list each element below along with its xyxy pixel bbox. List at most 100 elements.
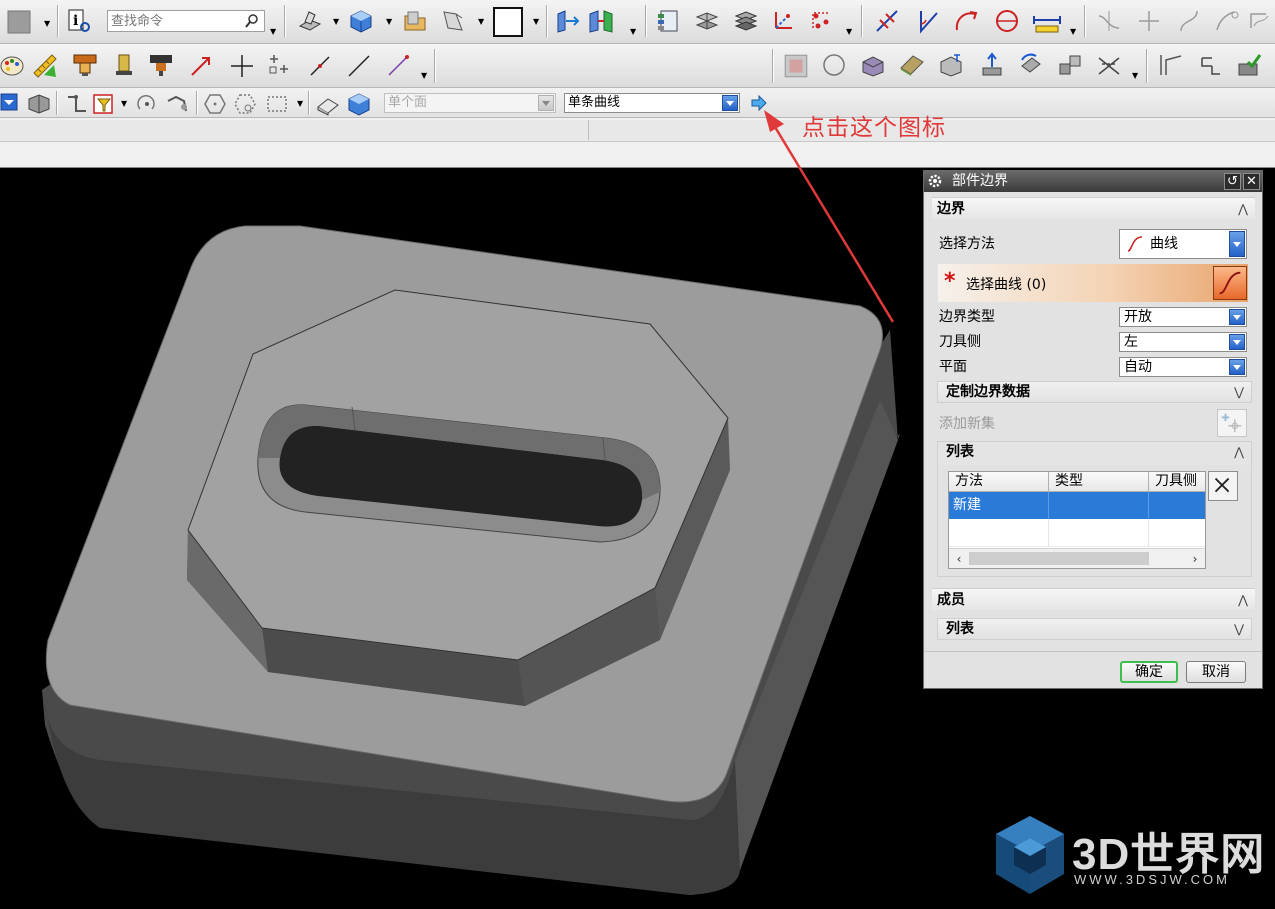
dialog-titlebar[interactable]: 部件边界 ↺ ✕ xyxy=(924,171,1262,192)
chevron-down-icon[interactable]: ▼ xyxy=(121,100,129,108)
plane-dropdown[interactable]: 自动 xyxy=(1119,357,1247,377)
trim-body-icon[interactable] xyxy=(1096,52,1122,78)
horizontal-scrollbar[interactable]: ‹ › xyxy=(949,548,1205,568)
snap-pipe-icon[interactable] xyxy=(64,91,90,117)
color-swatch-icon[interactable] xyxy=(6,9,32,35)
info-icon[interactable]: i xyxy=(66,8,92,34)
rotate-face-icon[interactable] xyxy=(1018,52,1044,78)
arc-icon[interactable] xyxy=(954,8,980,34)
layer-plane-icon[interactable] xyxy=(694,8,720,34)
open-folder-icon[interactable] xyxy=(402,8,428,34)
chevron-down-icon[interactable]: ▼ xyxy=(421,72,429,80)
stacked-layers-icon[interactable] xyxy=(733,8,759,34)
delete-set-button[interactable] xyxy=(1208,471,1238,501)
machine-tool-icon[interactable] xyxy=(72,52,98,78)
close-icon[interactable]: ✕ xyxy=(1243,173,1260,190)
command-search-input[interactable] xyxy=(108,11,238,31)
eraser-icon[interactable] xyxy=(315,91,341,117)
blue-cube-icon[interactable] xyxy=(346,91,372,117)
reset-icon[interactable]: ↺ xyxy=(1224,173,1241,190)
tool-holder-icon[interactable] xyxy=(148,52,174,78)
gear-icon[interactable] xyxy=(927,173,943,189)
chevron-down-icon[interactable]: ▼ xyxy=(44,20,52,28)
ok-button[interactable]: 确定 xyxy=(1120,661,1178,683)
chevron-up-icon[interactable]: ⋀ xyxy=(1237,198,1249,220)
circle-icon[interactable] xyxy=(994,8,1020,34)
chevron-down-icon[interactable] xyxy=(722,95,738,111)
two-blocks-icon[interactable] xyxy=(1057,52,1083,78)
red-vector-icon[interactable] xyxy=(188,53,214,79)
part-navigator-icon[interactable] xyxy=(655,8,681,34)
method-dropdown[interactable]: 曲线 xyxy=(1119,229,1247,259)
gouge-check-icon[interactable] xyxy=(860,52,886,78)
hexagon-dashed-icon[interactable] xyxy=(232,91,258,117)
chevron-down-icon[interactable]: ▼ xyxy=(297,100,305,108)
type-filter-dropdown-icon[interactable] xyxy=(0,92,18,112)
select-curve-button[interactable] xyxy=(1213,266,1247,300)
check-model-icon[interactable] xyxy=(1236,52,1262,78)
search-icon[interactable] xyxy=(244,13,260,29)
boundary-section-header[interactable]: 边界 ⋀ xyxy=(932,197,1255,219)
members-section-header[interactable]: 成员 ⋀ xyxy=(932,588,1255,610)
dimension-ruler-icon[interactable] xyxy=(1032,10,1062,36)
tool-side-dropdown[interactable]: 左 xyxy=(1119,332,1247,352)
select-curve-row[interactable]: * 选择曲线 (0) xyxy=(938,264,1248,302)
rectangle-select-icon[interactable] xyxy=(264,91,290,117)
color-ruler-icon[interactable] xyxy=(32,53,58,79)
boundary-set-table[interactable]: 方法 类型 刀具侧 新建 ‹ › xyxy=(948,471,1206,569)
scroll-right-icon[interactable]: › xyxy=(1187,551,1203,567)
chevron-up-icon[interactable]: ⋀ xyxy=(1237,589,1249,611)
chevron-down-icon[interactable] xyxy=(1229,359,1245,375)
members-list-header[interactable]: 列表 ⋁ xyxy=(937,618,1252,640)
move-snap-icon[interactable] xyxy=(134,91,160,117)
colored-line-icon[interactable] xyxy=(385,53,411,79)
table-row-cell-method[interactable]: 新建 xyxy=(949,492,1049,519)
block-dimension-icon[interactable] xyxy=(938,52,964,78)
chevron-down-icon[interactable]: ▼ xyxy=(846,28,854,36)
table-row-cell-type[interactable] xyxy=(1049,492,1149,519)
chevron-down-icon[interactable]: ▼ xyxy=(270,28,278,36)
column-header-tool-side[interactable]: 刀具侧 xyxy=(1149,472,1205,492)
move-face-icon[interactable] xyxy=(555,8,581,34)
column-header-type[interactable]: 类型 xyxy=(1049,472,1149,492)
line-two-point-icon[interactable] xyxy=(346,53,372,79)
csys-icon[interactable] xyxy=(770,8,796,34)
chevron-down-icon[interactable] xyxy=(1229,309,1245,325)
mirror-body-icon[interactable] xyxy=(588,8,614,34)
point-set-icon[interactable] xyxy=(808,8,834,34)
chevron-down-icon[interactable] xyxy=(1229,231,1245,257)
plus-point-icon[interactable] xyxy=(229,53,255,79)
filter-reset-icon[interactable] xyxy=(26,91,52,117)
surface-shade-icon[interactable] xyxy=(899,52,925,78)
chevron-down-icon[interactable]: ▼ xyxy=(1132,72,1140,80)
block-icon[interactable] xyxy=(348,8,374,34)
draft-icon[interactable] xyxy=(1158,52,1184,78)
table-row-cell-tool-side[interactable] xyxy=(1149,492,1205,519)
line-through-points-icon[interactable] xyxy=(874,8,900,34)
scrollbar-thumb[interactable] xyxy=(969,552,1149,565)
section-curve-icon[interactable] xyxy=(1198,52,1224,78)
chevron-down-icon[interactable]: ▼ xyxy=(533,18,541,26)
curve-rule-dropdown[interactable]: 单条曲线 xyxy=(564,93,740,113)
boundary-type-dropdown[interactable]: 开放 xyxy=(1119,307,1247,327)
white-square-icon[interactable] xyxy=(492,6,524,38)
rotate-snap-icon[interactable] xyxy=(164,91,190,117)
point-grid-icon[interactable] xyxy=(266,53,292,79)
chevron-down-icon[interactable]: ▼ xyxy=(630,28,638,36)
cancel-button[interactable]: 取消 xyxy=(1186,661,1246,683)
palette-icon[interactable] xyxy=(0,53,26,79)
column-header-method[interactable]: 方法 xyxy=(949,472,1049,492)
chevron-up-icon[interactable]: ⋀ xyxy=(1233,442,1245,462)
angle-line-icon[interactable] xyxy=(916,8,942,34)
chevron-down-icon[interactable]: ▼ xyxy=(1070,28,1078,36)
chevron-down-icon[interactable]: ▼ xyxy=(333,18,341,26)
selection-filter-icon[interactable] xyxy=(92,91,118,117)
chevron-down-icon[interactable]: ▼ xyxy=(386,18,394,26)
custom-boundary-data-header[interactable]: 定制边界数据 ⋁ xyxy=(937,381,1252,403)
scroll-left-icon[interactable]: ‹ xyxy=(951,551,967,567)
mill-tool-icon[interactable] xyxy=(111,52,137,78)
pull-face-icon[interactable] xyxy=(979,52,1005,78)
line-icon[interactable] xyxy=(307,53,333,79)
chevron-down-icon[interactable] xyxy=(1229,334,1245,350)
command-search-box[interactable] xyxy=(107,10,265,32)
